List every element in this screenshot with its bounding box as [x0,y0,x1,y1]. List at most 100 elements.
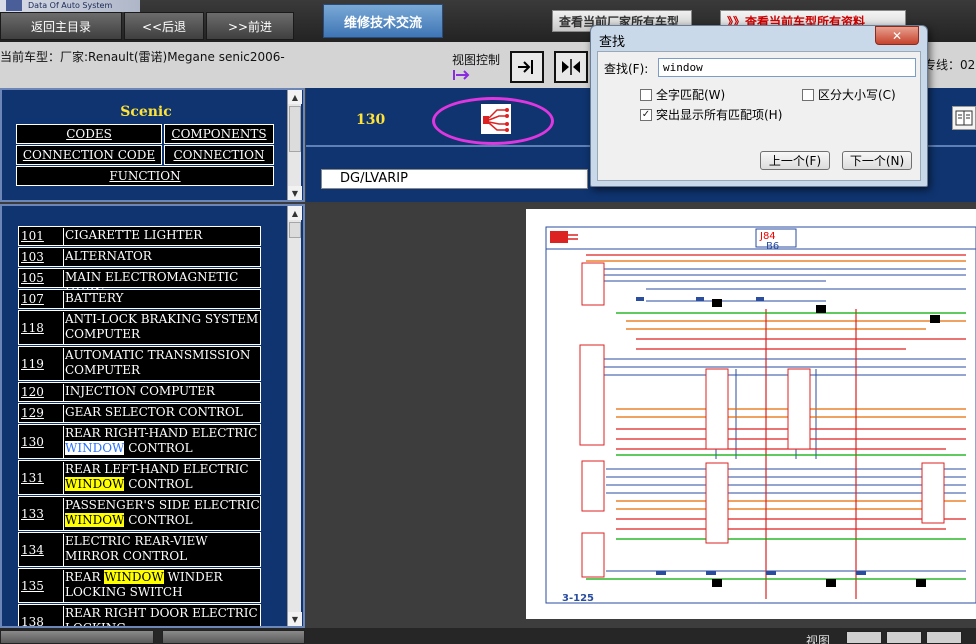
view-label: 视图 [806,634,831,644]
find-dialog-title: 查找 [599,35,626,50]
highlight-all-label: 突出显示所有匹配项(H) [656,108,783,122]
list-item-label: REAR LEFT-HAND ELECTRIC WINDOW CONTROL [63,462,261,495]
list-item-number[interactable]: 133 [21,507,44,521]
search-highlight: WINDOW [65,441,125,455]
vehicle-title: Scenic [120,104,172,120]
list-item-number[interactable]: 101 [21,229,44,243]
book-icon[interactable] [952,106,976,130]
list-scroll-thumb[interactable] [289,222,301,238]
back-button[interactable]: <<后退 [124,12,204,40]
list-item[interactable]: 131 REAR LEFT-HAND ELECTRIC WINDOW CONTRO… [18,460,261,495]
list-scroll-down-icon[interactable]: ▼ [288,612,302,626]
diagram-code-field[interactable]: DG/LVARIP [321,169,588,189]
home-button[interactable]: 返回主目录 [0,12,122,40]
app-logo: Data Of Auto System [0,0,140,12]
list-item-label: CIGARETTE LIGHTER [63,228,261,246]
list-item-number[interactable]: 118 [21,321,44,335]
list-item-number[interactable]: 119 [21,357,44,371]
list-item-number[interactable]: 103 [21,250,44,264]
list-item-label: AUTOMATIC TRANSMISSION COMPUTER [63,348,261,381]
label-text: REAR LEFT-HAND ELECTRIC [65,462,249,476]
label-text: CONTROL [124,513,193,527]
list-item-number[interactable]: 131 [21,471,44,485]
bottom-button-1[interactable] [0,630,154,644]
list-item[interactable]: 135 REAR WINDOW WINDER LOCKING SWITCH [18,568,261,603]
list-item-number[interactable]: 105 [21,271,44,285]
fit-center-button[interactable] [554,51,588,83]
list-scroll-up-icon[interactable]: ▲ [288,206,302,220]
match-case-checkbox[interactable]: 区分大小写(C) [802,86,896,103]
label-text: REAR [65,570,105,584]
search-highlight: WINDOW [104,570,164,584]
scroll-up-icon[interactable]: ▲ [288,90,302,104]
category-panel: Scenic CODES COMPONENTS CONNECTION CODE … [0,88,305,202]
wiring-diagram-icon[interactable] [481,104,511,134]
list-item[interactable]: 101 CIGARETTE LIGHTER [18,226,261,246]
view-mode-button-3[interactable] [926,631,962,644]
list-item[interactable]: 134 ELECTRIC REAR-VIEW MIRROR CONTROL [18,532,261,567]
diagram-number: 130 [356,112,386,128]
list-item[interactable]: 103 ALTERNATOR [18,247,261,267]
codes-link[interactable]: CODES [16,124,162,144]
wiring-diagram-sheet[interactable] [526,209,976,619]
list-item-number[interactable]: 129 [21,406,44,420]
list-scrollbar[interactable]: ▲ ▼ [287,206,302,626]
list-item[interactable]: 130 REAR RIGHT-HAND ELECTRIC WINDOW CONTR… [18,424,261,459]
list-item[interactable]: 138 REAR RIGHT DOOR ELECTRIC LOCKING [18,604,261,626]
list-item[interactable]: 118 ANTI-LOCK BRAKING SYSTEM COMPUTER [18,310,261,345]
list-item[interactable]: 105 MAIN ELECTROMAGNETIC HORN [18,268,261,299]
hotline-label: 专线：02 [924,58,976,72]
list-item-label: REAR WINDOW WINDER LOCKING SWITCH [63,570,261,603]
match-whole-checkbox[interactable]: 全字匹配(W) [640,86,725,103]
app-window: Data Of Auto System 返回主目录 <<后退 >>前进 维修技术… [0,0,976,644]
scroll-down-icon[interactable]: ▼ [288,186,302,200]
find-dialog: 查找 ✕ 查找(F): window 全字匹配(W) 区分大小写(C) ✓ 突出… [590,25,928,187]
connection-code-link[interactable]: CONNECTION CODE [16,145,162,165]
view-mode-button-1[interactable] [846,631,882,644]
current-model-label: 当前车型：厂家:Renault(雷诺)Megane senic2006- [0,50,285,64]
list-item-label: INJECTION COMPUTER [63,384,261,402]
function-link[interactable]: FUNCTION [16,166,274,186]
list-item[interactable]: 129 GEAR SELECTOR CONTROL [18,403,261,423]
sheet-sub-reference: B6 [766,241,780,252]
category-scrollbar[interactable]: ▲ ▼ [287,90,302,200]
list-item-number[interactable]: 107 [21,292,44,306]
list-item[interactable]: 120 INJECTION COMPUTER [18,382,261,402]
list-item-number[interactable]: 130 [21,435,44,449]
highlight-all-checkbox[interactable]: ✓ 突出显示所有匹配项(H) [640,106,782,123]
checkbox-checked-icon: ✓ [640,108,652,121]
label-text: CONTROL [124,441,193,455]
list-item-label: REAR RIGHT DOOR ELECTRIC LOCKING [63,606,261,626]
view-control-label: 视图控制 [452,53,501,67]
label-text: PASSENGER'S SIDE ELECTRIC [65,498,260,512]
close-icon[interactable]: ✕ [875,26,919,45]
component-list-panel: ▲ ▼ 101 CIGARETTE LIGHTER 103 ALTERNATOR 105… [0,204,305,628]
find-previous-button[interactable]: 上一个(F) [760,151,830,170]
checkbox-icon [802,88,814,101]
list-item-number[interactable]: 134 [21,543,44,557]
list-item-number[interactable]: 120 [21,385,44,399]
list-item-label: MAIN ELECTROMAGNETIC HORN [63,270,261,299]
connection-link[interactable]: CONNECTION [164,145,274,165]
list-item-number[interactable]: 138 [21,615,44,626]
view-control-icon [452,68,472,82]
list-item-label: ALTERNATOR [63,249,261,267]
forward-button[interactable]: >>前进 [206,12,294,40]
components-link[interactable]: COMPONENTS [164,124,274,144]
list-item[interactable]: 119 AUTOMATIC TRANSMISSION COMPUTER [18,346,261,381]
list-item-label: ANTI-LOCK BRAKING SYSTEM COMPUTER [63,312,261,345]
tech-exchange-tab[interactable]: 维修技术交流 [323,4,443,38]
list-item-label: REAR RIGHT-HAND ELECTRIC WINDOW CONTROL [63,426,261,459]
list-item[interactable]: 133 PASSENGER'S SIDE ELECTRIC WINDOW CONT… [18,496,261,531]
find-input[interactable]: window [658,58,916,77]
view-mode-button-2[interactable] [886,631,922,644]
logo-text: Data Of Auto System [28,1,113,10]
fit-right-button[interactable] [510,51,544,83]
scroll-thumb[interactable] [289,106,301,152]
search-highlight: WINDOW [65,513,125,527]
bottom-button-2[interactable] [162,630,305,644]
find-next-button[interactable]: 下一个(N) [842,151,912,170]
find-dialog-body: 查找(F): window 全字匹配(W) 区分大小写(C) ✓ 突出显示所有匹… [597,51,921,181]
list-item[interactable]: 107 BATTERY [18,289,261,309]
list-item-number[interactable]: 135 [21,579,44,593]
